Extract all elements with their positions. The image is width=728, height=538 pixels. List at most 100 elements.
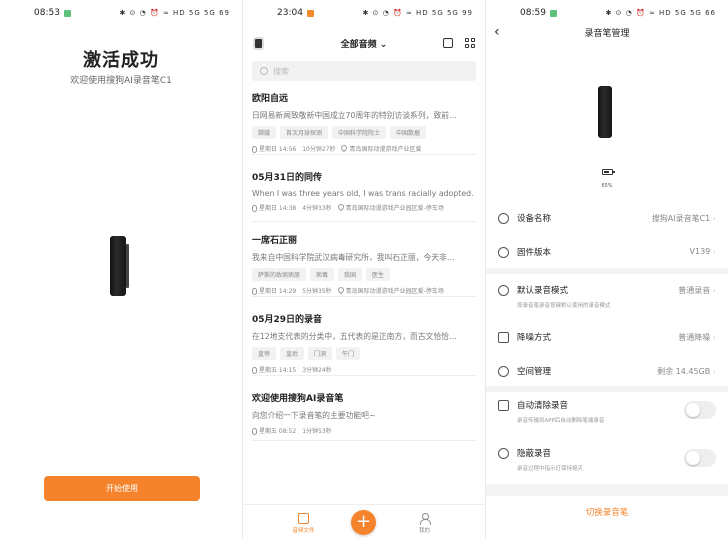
mic-icon — [252, 367, 257, 374]
status-bar: 08:59 ✱ ⊙ ◔ ⏰ ≈ HD 5G 5G 66 — [486, 0, 728, 26]
record-time: 星期日 14:38 — [259, 205, 297, 212]
record-time: 星期五 08:52 — [259, 428, 297, 435]
record-duration: 4分钟33秒 — [302, 205, 332, 212]
search-placeholder: 搜索 — [273, 66, 289, 76]
list-item[interactable]: 05月29日的录音 在12地支代表的分类中，五代表的是正南方，而古文恰恰… 皇帝… — [252, 310, 476, 376]
status-icons: ✱ ⊙ ◔ ⏰ ≈ HD 5G 5G 69 — [119, 9, 230, 17]
record-tag[interactable]: 我国 — [338, 268, 363, 281]
mic-icon — [252, 288, 257, 295]
grid-view-icon[interactable] — [465, 38, 475, 48]
record-mode-value: 普通录音 — [678, 284, 716, 296]
hidden-record-toggle[interactable] — [684, 449, 716, 467]
record-desc: 我来自中国科学院武汉病毒研究所，我叫石正丽，今天非… — [252, 253, 455, 262]
record-title: 欢迎使用搜狗AI录音笔 — [252, 394, 344, 404]
mic-icon — [252, 428, 257, 435]
noise-row[interactable]: 降噪方式 普通降噪 — [486, 331, 728, 343]
list-item[interactable]: 欧阳自远 日网易新闻致敬新中国成立70周年的特别访谈系列，致前… 嫦娥 首次月球… — [252, 89, 476, 155]
record-tag[interactable]: 萨斯的致病病原 — [252, 268, 307, 281]
start-button[interactable]: 开始使用 — [44, 476, 200, 501]
notification-icon — [306, 9, 314, 17]
record-tag[interactable]: 门洞 — [308, 347, 333, 360]
space-value: 剩余 14.45GB — [657, 365, 716, 377]
import-icon[interactable] — [443, 38, 453, 48]
firmware-label: 固件版本 — [517, 248, 552, 258]
list-item[interactable]: 一席石正丽 我来自中国科学院武汉病毒研究所，我叫石正丽，今天非… 萨斯的致病病原… — [252, 231, 476, 297]
person-icon — [419, 513, 431, 525]
record-desc: 在12地支代表的分类中，五代表的是正南方，而古文恰恰… — [252, 332, 457, 341]
record-location: 青岛国际动漫游戏产业园区爱-停车场 — [345, 288, 444, 295]
search-icon — [260, 67, 268, 75]
activation-title: 激活成功 — [83, 50, 159, 71]
list-item[interactable]: 欢迎使用搜狗AI录音笔 向您介绍一下录音笔的主要功能吧~ 星期五 08:52 1… — [252, 389, 476, 441]
status-time: 08:59 — [520, 8, 546, 18]
record-title: 欧阳自远 — [252, 94, 289, 104]
top-bar: 全部音频 ⌄ — [243, 30, 485, 56]
record-time: 星期五 14:15 — [259, 367, 297, 374]
record-mode-row[interactable]: 默认录音模式 按录音笔录音按键默认使用的录音模式 普通录音 — [486, 284, 728, 309]
record-time: 星期日 14:56 — [259, 146, 297, 153]
record-mode-sub: 按录音笔录音按键默认使用的录音模式 — [517, 303, 611, 309]
record-title: 05月29日的录音 — [252, 315, 323, 325]
status-bar: 08:53 ✱ ⊙ ◔ ⏰ ≈ HD 5G 5G 69 — [0, 0, 242, 26]
activation-screen: 08:53 ✱ ⊙ ◔ ⏰ ≈ HD 5G 5G 69 激活成功 欢迎使用搜狗A… — [0, 0, 242, 538]
record-tag[interactable]: 午门 — [336, 347, 361, 360]
bluetooth-icon — [498, 213, 509, 224]
location-icon — [336, 202, 345, 212]
record-tag[interactable]: 皇后 — [280, 347, 305, 360]
auto-clear-label: 自动清除录音 — [517, 401, 569, 411]
recorder-device-image — [110, 236, 129, 296]
record-title: 05月31日的同传 — [252, 173, 323, 183]
record-desc: 向您介绍一下录音笔的主要功能吧~ — [252, 411, 376, 420]
auto-clear-sub: 录音传输到APP后自动删除笔端录音 — [517, 418, 605, 424]
noise-reduction-icon — [498, 332, 509, 343]
add-record-button[interactable]: + — [351, 510, 376, 535]
hidden-record-sub: 录音过程中指示灯保持熄灭 — [517, 466, 584, 472]
record-tag[interactable]: 医生 — [366, 268, 391, 281]
activation-subtitle: 欢迎使用搜狗AI录音笔C1 — [70, 76, 172, 86]
device-name-row[interactable]: 设备名称 搜狗AI录音笔C1 — [486, 212, 728, 224]
trash-icon — [498, 400, 509, 411]
record-location: 青岛国际动漫游戏产业区爱 — [349, 146, 422, 153]
recorder-management-screen: 08:59 ✱ ⊙ ◔ ⏰ ≈ HD 5G 5G 66 ‹ 录音笔管理 65% … — [486, 0, 728, 538]
record-tag[interactable]: 皇帝 — [252, 347, 277, 360]
mic-icon — [252, 146, 257, 153]
hidden-record-row: 隐蔽录音 录音过程中指示灯保持熄灭 — [486, 447, 728, 472]
record-location: 青岛国际动漫游戏产业园区爱-停车场 — [345, 205, 444, 212]
record-desc: 日网易新闻致敬新中国成立70周年的特别访谈系列，致前… — [252, 111, 457, 120]
divider — [486, 268, 728, 274]
status-time: 23:04 — [277, 8, 303, 18]
status-time: 08:53 — [34, 8, 60, 18]
record-mode-label: 默认录音模式 — [517, 286, 569, 296]
record-tag[interactable]: 中国科学院院士 — [332, 126, 387, 139]
record-duration: 10分钟27秒 — [302, 146, 336, 153]
location-icon — [336, 285, 345, 295]
nav-audio-files[interactable]: 音频文件 — [284, 513, 324, 534]
record-tag[interactable]: 嫦娥 — [252, 126, 277, 139]
search-input[interactable]: 搜索 — [252, 61, 476, 81]
auto-clear-toggle[interactable] — [684, 401, 716, 419]
record-tag[interactable]: 病毒 — [310, 268, 335, 281]
record-tag[interactable]: 中国数据 — [390, 126, 427, 139]
notification-icon — [549, 9, 557, 17]
battery-indicator: 65% — [486, 160, 728, 189]
hidden-record-icon — [498, 448, 509, 459]
notification-icon — [63, 9, 71, 17]
mic-icon — [252, 205, 257, 212]
switch-recorder-button[interactable]: 切换录音笔 — [486, 500, 728, 526]
record-duration: 3分钟24秒 — [302, 367, 332, 374]
firmware-row[interactable]: 固件版本 V139 — [486, 246, 728, 258]
status-icons: ✱ ⊙ ◔ ⏰ ≈ HD 5G 5G 99 — [362, 9, 473, 17]
storage-icon — [498, 366, 509, 377]
noise-label: 降噪方式 — [517, 333, 552, 343]
battery-icon — [601, 169, 615, 175]
record-time: 星期日 14:29 — [259, 288, 297, 295]
record-title: 一席石正丽 — [252, 236, 298, 246]
device-name-label: 设备名称 — [517, 214, 552, 224]
space-row[interactable]: 空间管理 剩余 14.45GB — [486, 365, 728, 377]
status-bar: 23:04 ✱ ⊙ ◔ ⏰ ≈ HD 5G 5G 99 — [243, 0, 485, 26]
audio-file-icon — [298, 513, 309, 524]
record-tag[interactable]: 首次月球探测 — [280, 126, 329, 139]
auto-clear-row: 自动清除录音 录音传输到APP后自动删除笔端录音 — [486, 399, 728, 424]
list-item[interactable]: 05月31日的同传 When I was three years old, I … — [252, 168, 476, 222]
nav-me[interactable]: 我的 — [405, 513, 445, 534]
